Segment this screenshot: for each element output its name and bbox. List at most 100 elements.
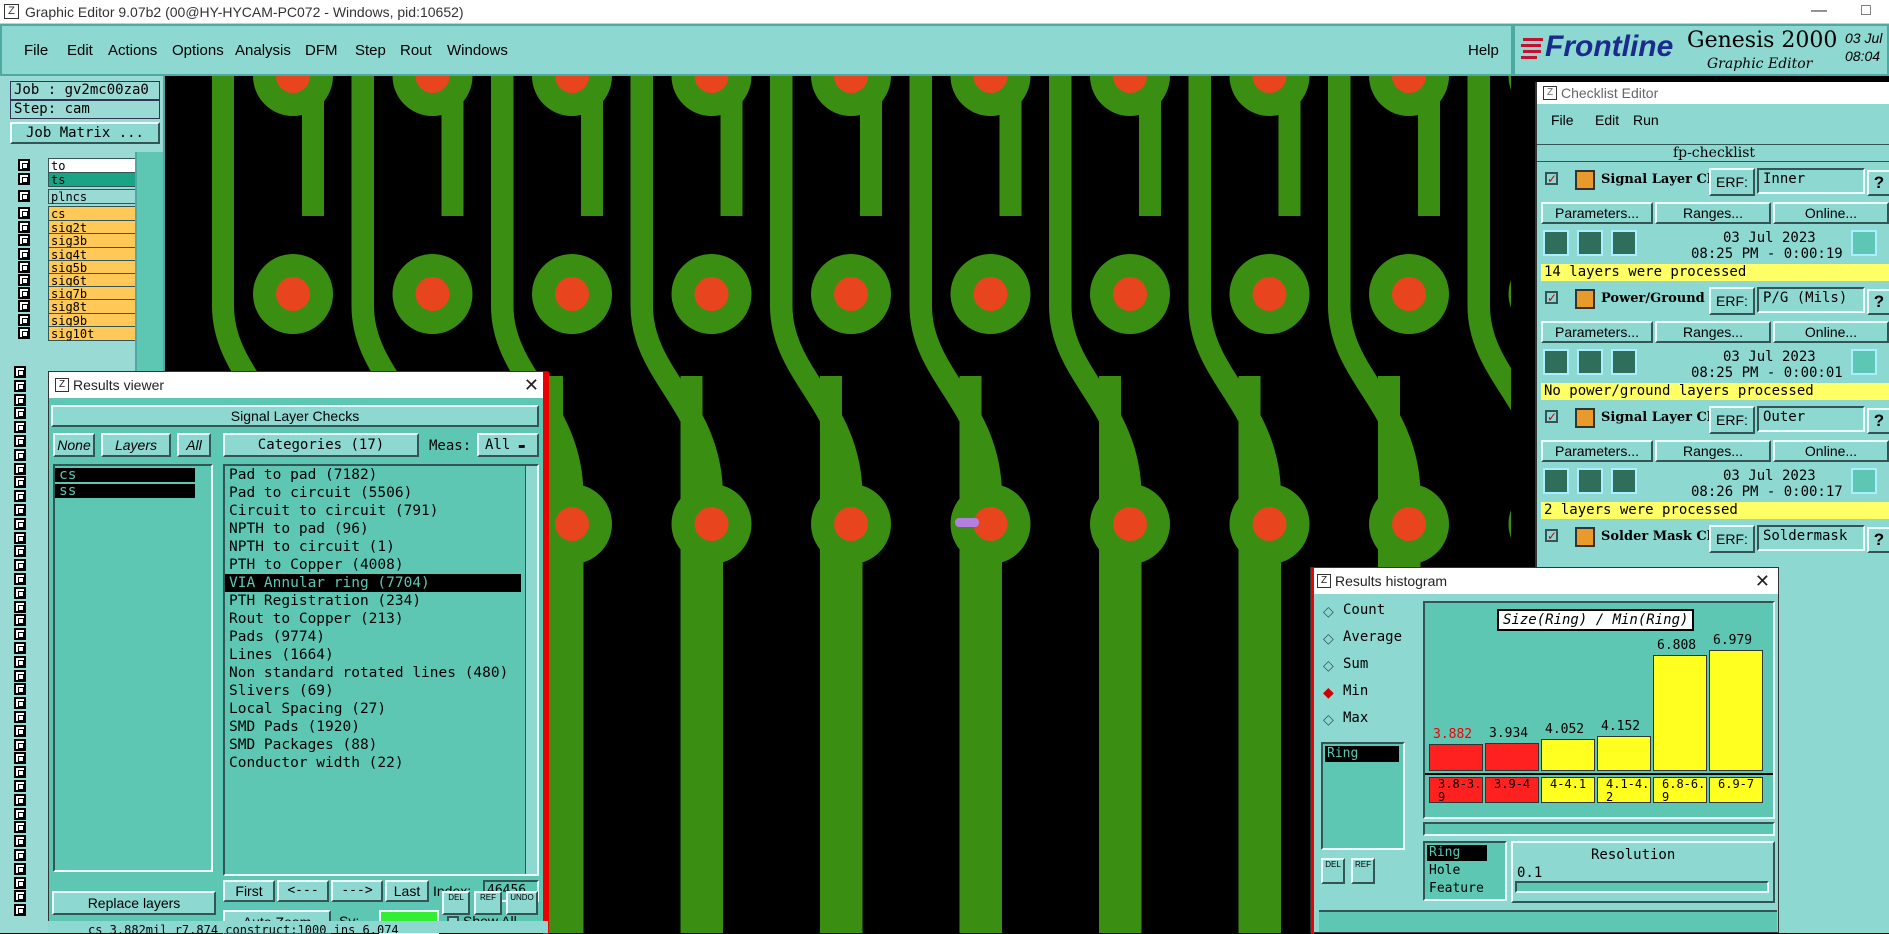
category-item[interactable]: Local Spacing (27): [225, 700, 521, 718]
layer-checkbox[interactable]: [14, 642, 26, 654]
erf-button[interactable]: ERF:: [1709, 525, 1755, 553]
axis-list[interactable]: Ring Hole Feature: [1423, 841, 1507, 901]
help-button[interactable]: ?: [1867, 408, 1889, 434]
layer-name[interactable]: sig3b: [48, 233, 146, 248]
meas-dropdown[interactable]: All ▬: [477, 433, 539, 457]
layer-name[interactable]: ts: [48, 172, 146, 187]
category-item[interactable]: SMD Packages (88): [225, 736, 521, 754]
layer-checkbox[interactable]: [14, 876, 26, 889]
category-item[interactable]: Pad to pad (7182): [225, 466, 521, 484]
layer-checkbox[interactable]: [14, 614, 26, 627]
ranges-button[interactable]: Ranges...: [1655, 440, 1771, 462]
run-action-icon[interactable]: [1543, 349, 1569, 375]
radio-icon[interactable]: ◇: [1323, 657, 1334, 674]
checklist-menu-run[interactable]: Run: [1633, 112, 1659, 128]
menu-file[interactable]: File: [24, 42, 48, 59]
category-item[interactable]: SMD Pads (1920): [225, 718, 521, 736]
layer-name[interactable]: sig10t: [48, 326, 146, 341]
result-layer-item[interactable]: cs: [55, 468, 195, 482]
layer-checkbox[interactable]: [14, 504, 26, 516]
layer-checkbox[interactable]: [14, 697, 26, 710]
ref-button[interactable]: REF: [474, 891, 502, 915]
menu-dfm[interactable]: DFM: [305, 42, 338, 59]
layer-checkbox[interactable]: [14, 890, 26, 903]
step-action-icon[interactable]: [1577, 468, 1603, 494]
layer-checkbox[interactable]: [14, 849, 26, 861]
layer-row[interactable]: sig8t: [14, 299, 146, 314]
stop-action-icon[interactable]: [1611, 468, 1637, 494]
layer-checkbox[interactable]: [14, 366, 26, 378]
layer-checkbox[interactable]: [14, 490, 26, 503]
maximize-button[interactable]: □: [1843, 0, 1889, 24]
check-enable-checkbox[interactable]: ✓: [1545, 529, 1558, 542]
selected-result-marker[interactable]: [955, 518, 979, 527]
category-item[interactable]: PTH Registration (234): [225, 592, 521, 610]
zoom-icon[interactable]: [1851, 349, 1877, 375]
layer-row[interactable]: sig3b: [14, 233, 146, 248]
category-item[interactable]: Pad to circuit (5506): [225, 484, 521, 502]
online-button[interactable]: Online...: [1773, 321, 1889, 343]
layer-checkbox[interactable]: [14, 379, 26, 392]
del-button[interactable]: DEL: [442, 891, 470, 915]
layer-checkbox[interactable]: [14, 683, 26, 696]
help-button[interactable]: ?: [1867, 527, 1889, 553]
layers-button[interactable]: Layers: [101, 433, 171, 457]
zoom-icon[interactable]: [1851, 468, 1877, 494]
radio-icon[interactable]: ◆: [1323, 684, 1334, 701]
layer-checkbox[interactable]: [18, 221, 30, 233]
layer-checkbox[interactable]: [14, 586, 26, 599]
menu-analysis[interactable]: Analysis: [235, 42, 291, 59]
layer-name[interactable]: to: [48, 158, 146, 173]
layer-name[interactable]: cs: [48, 206, 146, 221]
layer-checkbox[interactable]: [14, 766, 26, 779]
layer-checkbox[interactable]: [14, 807, 26, 820]
option-average[interactable]: ◇ Average: [1319, 628, 1419, 648]
layer-row[interactable]: plncs: [14, 189, 146, 204]
layer-checkbox[interactable]: [18, 287, 30, 299]
axis-item-hole[interactable]: Hole: [1429, 863, 1460, 878]
erf-value[interactable]: Soldermask: [1757, 525, 1865, 551]
first-button[interactable]: First: [223, 880, 275, 902]
next-button[interactable]: --->: [331, 880, 383, 902]
layer-checkbox[interactable]: [14, 752, 26, 765]
layer-checkbox[interactable]: [14, 793, 26, 806]
job-matrix-button[interactable]: Job Matrix ...: [10, 122, 160, 144]
layer-checkbox[interactable]: [14, 448, 26, 461]
category-item[interactable]: NPTH to circuit (1): [225, 538, 521, 556]
layer-checkbox[interactable]: [18, 207, 30, 219]
none-button[interactable]: None: [53, 433, 95, 457]
category-item[interactable]: Conductor width (22): [225, 754, 521, 772]
check-enable-checkbox[interactable]: ✓: [1545, 291, 1558, 304]
zoom-icon[interactable]: [1851, 230, 1877, 256]
layer-checkbox[interactable]: [14, 517, 26, 530]
hist-del-button[interactable]: DEL: [1321, 858, 1345, 884]
layer-checkbox[interactable]: [14, 655, 26, 668]
menu-step[interactable]: Step: [355, 42, 386, 59]
radio-icon[interactable]: ◇: [1323, 711, 1334, 728]
ranges-button[interactable]: Ranges...: [1655, 202, 1771, 224]
online-button[interactable]: Online...: [1773, 440, 1889, 462]
result-layer-item[interactable]: ss: [55, 484, 195, 498]
parameters-button[interactable]: Parameters...: [1541, 440, 1653, 462]
run-action-icon[interactable]: [1543, 230, 1569, 256]
check-enable-checkbox[interactable]: ✓: [1545, 172, 1558, 185]
layer-checkbox[interactable]: [14, 476, 26, 489]
layer-results-list[interactable]: cs ss: [53, 464, 213, 872]
erf-button[interactable]: ERF:: [1709, 287, 1755, 315]
layer-checkbox[interactable]: [18, 327, 30, 339]
help-button[interactable]: ?: [1867, 170, 1889, 196]
layer-checkbox[interactable]: [18, 314, 30, 326]
layer-checkbox[interactable]: [14, 724, 26, 737]
layer-checkbox[interactable]: [14, 738, 26, 751]
close-icon[interactable]: ✕: [524, 372, 539, 398]
layer-checkbox[interactable]: [14, 835, 26, 848]
layer-checkbox[interactable]: [14, 545, 26, 558]
layer-checkbox[interactable]: [14, 393, 26, 406]
erf-value[interactable]: Inner: [1757, 168, 1865, 194]
categories-button[interactable]: Categories (17): [223, 433, 419, 457]
histogram-bar[interactable]: [1653, 655, 1707, 771]
categories-list[interactable]: Pad to pad (7182) Pad to circuit (5506) Ci…: [223, 464, 539, 876]
layer-checkbox[interactable]: [14, 862, 26, 875]
option-min[interactable]: ◆ Min: [1319, 682, 1419, 702]
histogram-bar[interactable]: [1709, 650, 1763, 771]
